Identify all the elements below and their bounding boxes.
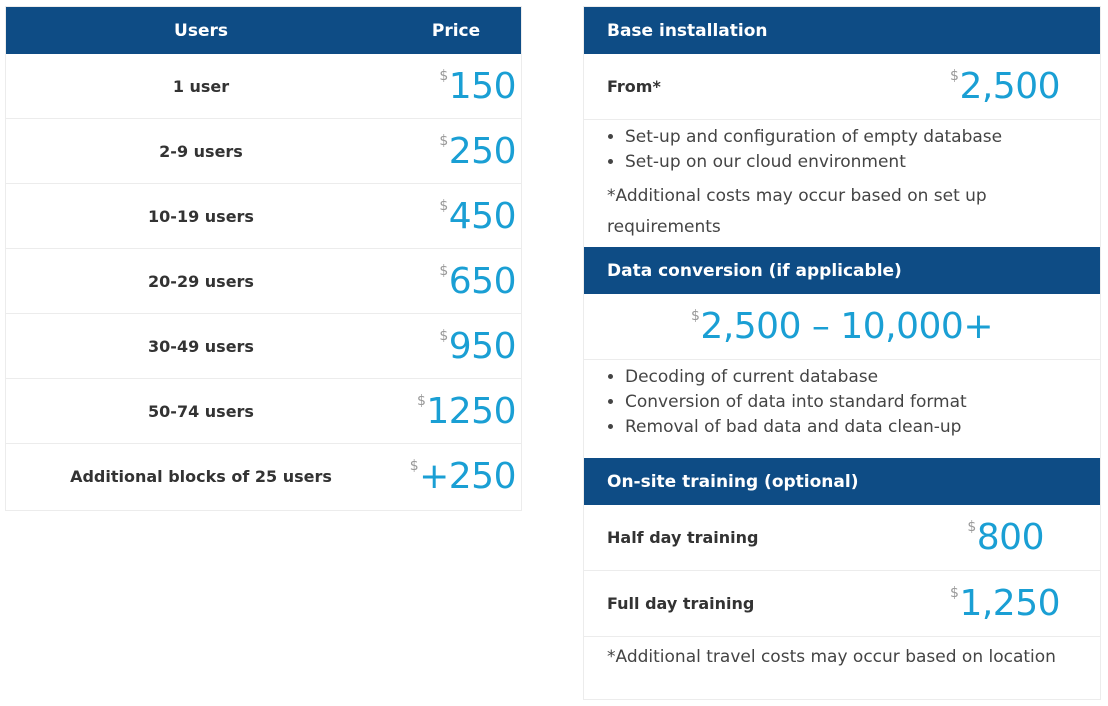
price-cell: $150	[396, 66, 516, 107]
user-tier-label: 2-9 users	[159, 141, 243, 161]
currency-symbol: $	[439, 67, 448, 84]
user-tier-label: 20-29 users	[148, 271, 254, 291]
price-cell: $+250	[396, 456, 517, 497]
training-row: Half day training $800	[584, 505, 1100, 571]
base-installation-price: $2,500	[950, 66, 1060, 107]
users-column-header: Users	[174, 20, 228, 41]
training-price: $800	[967, 517, 1044, 558]
training-label: Half day training	[607, 528, 759, 547]
training-header: On-site training (optional)	[584, 458, 1100, 505]
currency-symbol: $	[439, 132, 448, 149]
table-row: 30-49 users $950	[6, 314, 521, 379]
currency-symbol: $	[409, 458, 419, 474]
user-tier-label: 10-19 users	[148, 206, 254, 226]
price-column-header: Price	[431, 20, 481, 41]
data-conversion-header: Data conversion (if applicable)	[584, 247, 1100, 294]
base-installation-bullets: Set-up and configuration of empty databa…	[584, 125, 1100, 175]
currency-symbol: $	[439, 262, 448, 279]
price-cell: $450	[396, 196, 516, 237]
user-tier-price: $250	[439, 130, 516, 172]
base-installation-details: Set-up and configuration of empty databa…	[584, 120, 1100, 243]
currency-symbol: $	[439, 197, 448, 214]
bullet-item: Set-up and configuration of empty databa…	[625, 125, 1100, 150]
price-cell: $950	[396, 326, 516, 367]
services-pricing-panel: Base installation From* $2,500 Set-up an…	[583, 6, 1101, 700]
user-tier-price: $1250	[416, 390, 517, 432]
data-conversion-price: $2,500 – 10,000+	[691, 306, 993, 347]
currency-symbol: $	[967, 519, 976, 535]
training-note: *Additional travel costs may occur based…	[607, 647, 1056, 667]
bullet-item: Set-up on our cloud environment	[625, 150, 1100, 175]
user-tier-price: $150	[439, 65, 516, 107]
bullet-item: Conversion of data into standard format	[625, 390, 1100, 415]
price-cell: $1250	[396, 390, 517, 432]
users-table-header: Users Price	[6, 7, 521, 54]
training-price: $1,250	[950, 583, 1060, 624]
data-conversion-bullets: Decoding of current databaseConversion o…	[584, 365, 1100, 440]
users-pricing-table: Users Price 1 user $150 2-9 users $250 10-19…	[5, 6, 522, 511]
user-tier-label: 1 user	[172, 76, 230, 96]
bullet-item: Removal of bad data and data clean-up	[625, 415, 1100, 440]
table-row: 1 user $150	[6, 54, 521, 119]
table-row: Additional blocks of 25 users $+250	[6, 444, 521, 509]
bullet-item: Decoding of current database	[625, 365, 1100, 390]
user-tier-label: Additional blocks of 25 users	[70, 467, 332, 486]
currency-symbol: $	[950, 585, 959, 601]
user-tier-price: $450	[439, 195, 516, 237]
user-tier-price: $950	[439, 325, 516, 367]
data-conversion-details: Decoding of current databaseConversion o…	[584, 360, 1100, 458]
base-installation-header: Base installation	[584, 7, 1100, 54]
base-installation-price-row: From* $2,500	[584, 54, 1100, 120]
price-cell: $650	[396, 261, 516, 302]
base-installation-label: From*	[607, 77, 661, 96]
training-row: Full day training $1,250	[584, 571, 1100, 637]
currency-symbol: $	[439, 327, 448, 344]
table-row: 2-9 users $250	[6, 119, 521, 184]
training-label: Full day training	[607, 594, 755, 613]
user-tier-price: $650	[439, 260, 516, 302]
table-row: 50-74 users $1250	[6, 379, 521, 444]
price-cell: $250	[396, 131, 516, 172]
user-tier-label: 50-74 users	[148, 401, 254, 421]
table-row: 20-29 users $650	[6, 249, 521, 314]
user-tier-price: $+250	[409, 456, 517, 497]
base-installation-note: *Additional costs may occur based on set…	[607, 186, 987, 237]
currency-symbol: $	[691, 308, 700, 324]
currency-symbol: $	[950, 68, 959, 84]
currency-symbol: $	[416, 392, 426, 409]
table-row: 10-19 users $450	[6, 184, 521, 249]
data-conversion-price-row: $2,500 – 10,000+	[584, 294, 1100, 360]
user-tier-label: 30-49 users	[148, 336, 254, 356]
